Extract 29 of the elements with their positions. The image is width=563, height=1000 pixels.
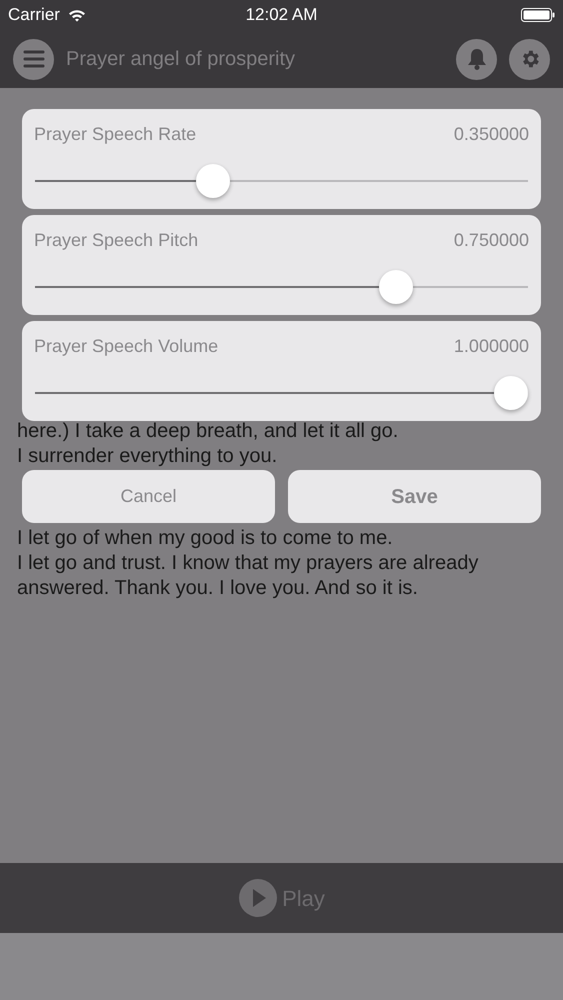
- prayer-text: I let go of when my good is to come to me.: [17, 526, 394, 551]
- slider-track[interactable]: [35, 164, 528, 198]
- notification-button[interactable]: [456, 38, 497, 80]
- play-icon: [238, 878, 278, 918]
- nav-title: Prayer angel of prosperity: [66, 47, 296, 72]
- battery-icon: [521, 8, 555, 22]
- setting-value: 1.000000: [454, 335, 529, 358]
- settings-button[interactable]: [509, 38, 550, 80]
- prayer-text: I let go and trust. I know that my prayers are already answered. Thank you. I love you. And so it is.: [17, 551, 480, 601]
- setting-label: Prayer Speech Volume: [34, 335, 218, 358]
- menu-button[interactable]: [13, 38, 54, 80]
- prayer-text: I surrender everything to you.: [17, 444, 278, 469]
- slider-thumb[interactable]: [196, 164, 230, 198]
- clock: 12:02 AM: [246, 4, 318, 26]
- menu-icon: [22, 50, 44, 68]
- carrier-label: Carrier: [8, 4, 60, 26]
- setting-value: 0.350000: [454, 123, 529, 146]
- save-button[interactable]: Save: [288, 470, 541, 523]
- slider-track[interactable]: [35, 376, 528, 410]
- bell-icon: [466, 48, 486, 70]
- slider-thumb[interactable]: [494, 376, 528, 410]
- setting-label: Prayer Speech Pitch: [34, 229, 198, 252]
- setting-label: Prayer Speech Rate: [34, 123, 196, 146]
- slider-thumb[interactable]: [379, 270, 414, 304]
- slider-track[interactable]: [35, 270, 528, 304]
- wifi-icon: [68, 8, 86, 22]
- prayer-text: here.) I take a deep breath, and let it all go.: [17, 419, 400, 444]
- cancel-button[interactable]: Cancel: [22, 470, 275, 523]
- setting-value: 0.750000: [454, 229, 529, 252]
